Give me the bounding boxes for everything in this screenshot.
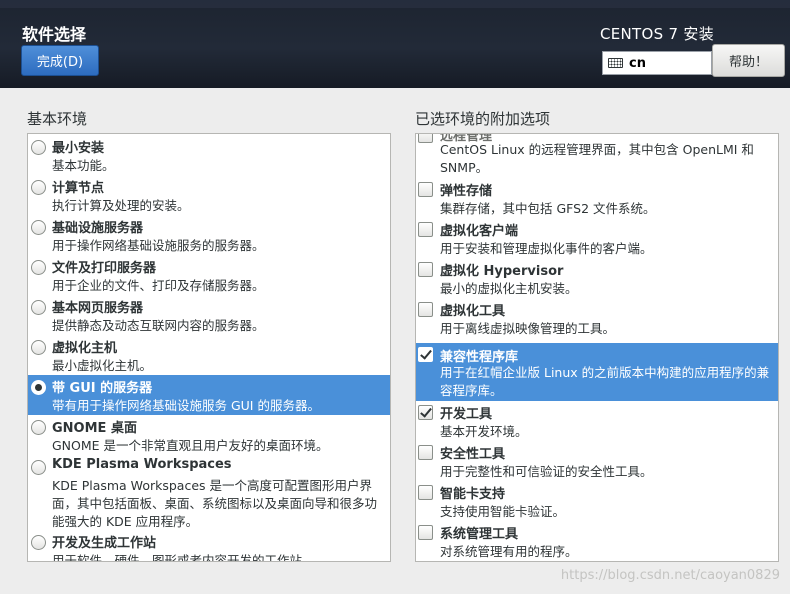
env-item-name: GNOME 桌面 (52, 421, 137, 436)
env-item-desc: 最小虚拟化主机。 (52, 358, 153, 373)
addon-item-name: 兼容性程序库 (440, 350, 519, 365)
radio-button[interactable] (31, 460, 46, 475)
addon-item-desc: 支持使用智能卡验证。 (440, 504, 566, 519)
env-item-file-print-server[interactable]: 文件及打印服务器 用于企业的文件、打印及存储服务器。 (28, 257, 390, 295)
addon-item-virtualization-client[interactable]: 虚拟化客户端 用于安装和管理虚拟化事件的客户端。 (416, 220, 778, 258)
addon-item-name: 弹性存储 (440, 184, 493, 199)
env-item-name: 带 GUI 的服务器 (52, 381, 153, 396)
checkbox[interactable] (418, 134, 433, 143)
radio-button[interactable] (31, 420, 46, 435)
addon-item-desc: 用于完整性和可信验证的安全性工具。 (440, 464, 653, 479)
checkbox[interactable] (418, 222, 433, 237)
addon-item-system-admin-tools[interactable]: 系统管理工具 对系统管理有用的程序。 (416, 523, 778, 561)
keyboard-layout-indicator[interactable]: cn (602, 51, 712, 75)
checkbox[interactable] (418, 525, 433, 540)
env-item-desc: 执行计算及处理的安装。 (52, 198, 190, 213)
header-gloss (0, 0, 790, 8)
addon-item-name: 虚拟化工具 (440, 304, 506, 319)
env-item-name: 虚拟化主机 (52, 341, 118, 356)
base-environment-heading: 基本环境 (27, 110, 88, 128)
radio-button[interactable] (31, 300, 46, 315)
env-item-desc: 用于企业的文件、打印及存储服务器。 (52, 278, 265, 293)
help-button[interactable]: 帮助！ (712, 44, 785, 77)
env-item-desc: 提供静态及动态互联网内容的服务器。 (52, 318, 265, 333)
radio-button[interactable] (31, 535, 46, 550)
env-item-name: 最小安装 (52, 141, 105, 156)
checkbox-checked[interactable] (418, 347, 433, 362)
env-item-minimal[interactable]: 最小安装 基本功能。 (28, 137, 390, 175)
radio-button[interactable] (31, 260, 46, 275)
env-item-name: 开发及生成工作站 (52, 536, 157, 551)
watermark: https://blog.csdn.net/caoyan0829 (560, 568, 780, 583)
addon-item-development-tools[interactable]: 开发工具 基本开发环境。 (416, 403, 778, 441)
addon-item-security-tools[interactable]: 安全性工具 用于完整性和可信验证的安全性工具。 (416, 443, 778, 481)
checkbox-checked[interactable] (418, 405, 433, 420)
env-item-kde-plasma[interactable]: KDE Plasma Workspaces KDE Plasma Workspa… (28, 457, 390, 529)
addon-item-desc: 用于离线虚拟映像管理的工具。 (440, 321, 616, 336)
radio-button[interactable] (31, 180, 46, 195)
addon-item-desc: 集群存储，其中包括 GFS2 文件系统。 (440, 201, 656, 216)
page-title: 软件选择 (22, 25, 87, 44)
env-item-name: 基础设施服务器 (52, 221, 144, 236)
addon-item-name: 虚拟化客户端 (440, 224, 519, 239)
addon-item-name: 安全性工具 (440, 447, 506, 462)
env-item-name: KDE Plasma Workspaces (52, 457, 232, 472)
env-item-server-with-gui[interactable]: 带 GUI 的服务器 带有用于操作网络基础设施服务 GUI 的服务器。 (28, 375, 390, 415)
env-item-compute-node[interactable]: 计算节点 执行计算及处理的安装。 (28, 177, 390, 215)
radio-button[interactable] (31, 220, 46, 235)
env-item-desc: GNOME 是一个非常直观且用户友好的桌面环境。 (52, 438, 329, 453)
env-item-desc: 带有用于操作网络基础设施服务 GUI 的服务器。 (52, 398, 320, 413)
addon-item-resilient-storage[interactable]: 弹性存储 集群存储，其中包括 GFS2 文件系统。 (416, 180, 778, 218)
keyboard-layout-label: cn (629, 55, 646, 71)
checkbox[interactable] (418, 182, 433, 197)
env-item-desc: 基本功能。 (52, 158, 115, 173)
env-item-infrastructure-server[interactable]: 基础设施服务器 用于操作网络基础设施服务的服务器。 (28, 217, 390, 255)
addon-item-desc: CentOS Linux 的远程管理界面，其中包含 OpenLMI 和 SNMP… (440, 142, 754, 175)
addon-item-name: 系统管理工具 (440, 527, 519, 542)
keyboard-icon (608, 58, 623, 68)
checkbox[interactable] (418, 445, 433, 460)
header-bar: 软件选择 完成(D) CENTOS 7 安装 cn 帮助！ (0, 0, 790, 88)
addon-item-remote-management[interactable]: 远程管理 CentOS Linux 的远程管理界面，其中包含 OpenLMI 和… (416, 134, 778, 185)
addon-item-name: 智能卡支持 (440, 487, 506, 502)
addon-item-name: 开发工具 (440, 407, 493, 422)
addon-item-desc: 基本开发环境。 (440, 424, 528, 439)
env-item-desc: 用于操作网络基础设施服务的服务器。 (52, 238, 265, 253)
addon-item-compatibility-libraries[interactable]: 兼容性程序库 用于在红帽企业版 Linux 的之前版本中构建的应用程序的兼容程序… (416, 343, 778, 401)
addon-item-smart-card-support[interactable]: 智能卡支持 支持使用智能卡验证。 (416, 483, 778, 521)
addon-item-name: 虚拟化 Hypervisor (440, 264, 564, 279)
addon-item-virtualization-tools[interactable]: 虚拟化工具 用于离线虚拟映像管理的工具。 (416, 300, 778, 338)
env-item-name: 基本网页服务器 (52, 301, 144, 316)
env-item-dev-workstation[interactable]: 开发及生成工作站 用于软件、硬件、图形或者内容开发的工作站。 (28, 532, 390, 562)
checkbox[interactable] (418, 302, 433, 317)
checkbox[interactable] (418, 485, 433, 500)
env-item-gnome-desktop[interactable]: GNOME 桌面 GNOME 是一个非常直观且用户友好的桌面环境。 (28, 417, 390, 455)
base-environment-list[interactable]: 最小安装 基本功能。 计算节点 执行计算及处理的安装。 基础设施服务器 用于操作… (27, 133, 391, 562)
addon-item-desc: 用于在红帽企业版 Linux 的之前版本中构建的应用程序的兼容程序库。 (440, 365, 770, 398)
addon-item-desc: 最小的虚拟化主机安装。 (440, 281, 578, 296)
env-item-name: 计算节点 (52, 181, 105, 196)
addons-heading: 已选环境的附加选项 (415, 110, 551, 128)
addon-item-desc: 用于安装和管理虚拟化事件的客户端。 (440, 241, 653, 256)
radio-button-selected[interactable] (31, 380, 46, 395)
addon-item-virtualization-hypervisor[interactable]: 虚拟化 Hypervisor 最小的虚拟化主机安装。 (416, 260, 778, 298)
env-item-desc: KDE Plasma Workspaces 是一个高度可配置图形用户界面，其中包… (52, 478, 378, 529)
env-item-virtualization-host[interactable]: 虚拟化主机 最小虚拟化主机。 (28, 337, 390, 375)
env-item-web-server[interactable]: 基本网页服务器 提供静态及动态互联网内容的服务器。 (28, 297, 390, 335)
checkbox[interactable] (418, 262, 433, 277)
product-title: CENTOS 7 安装 (599, 25, 714, 43)
radio-button[interactable] (31, 340, 46, 355)
addons-list[interactable]: 远程管理 CentOS Linux 的远程管理界面，其中包含 OpenLMI 和… (415, 133, 779, 562)
env-item-desc: 用于软件、硬件、图形或者内容开发的工作站。 (52, 553, 315, 562)
env-item-name: 文件及打印服务器 (52, 261, 157, 276)
done-button[interactable]: 完成(D) (21, 45, 99, 76)
radio-button[interactable] (31, 140, 46, 155)
addon-item-desc: 对系统管理有用的程序。 (440, 544, 578, 559)
